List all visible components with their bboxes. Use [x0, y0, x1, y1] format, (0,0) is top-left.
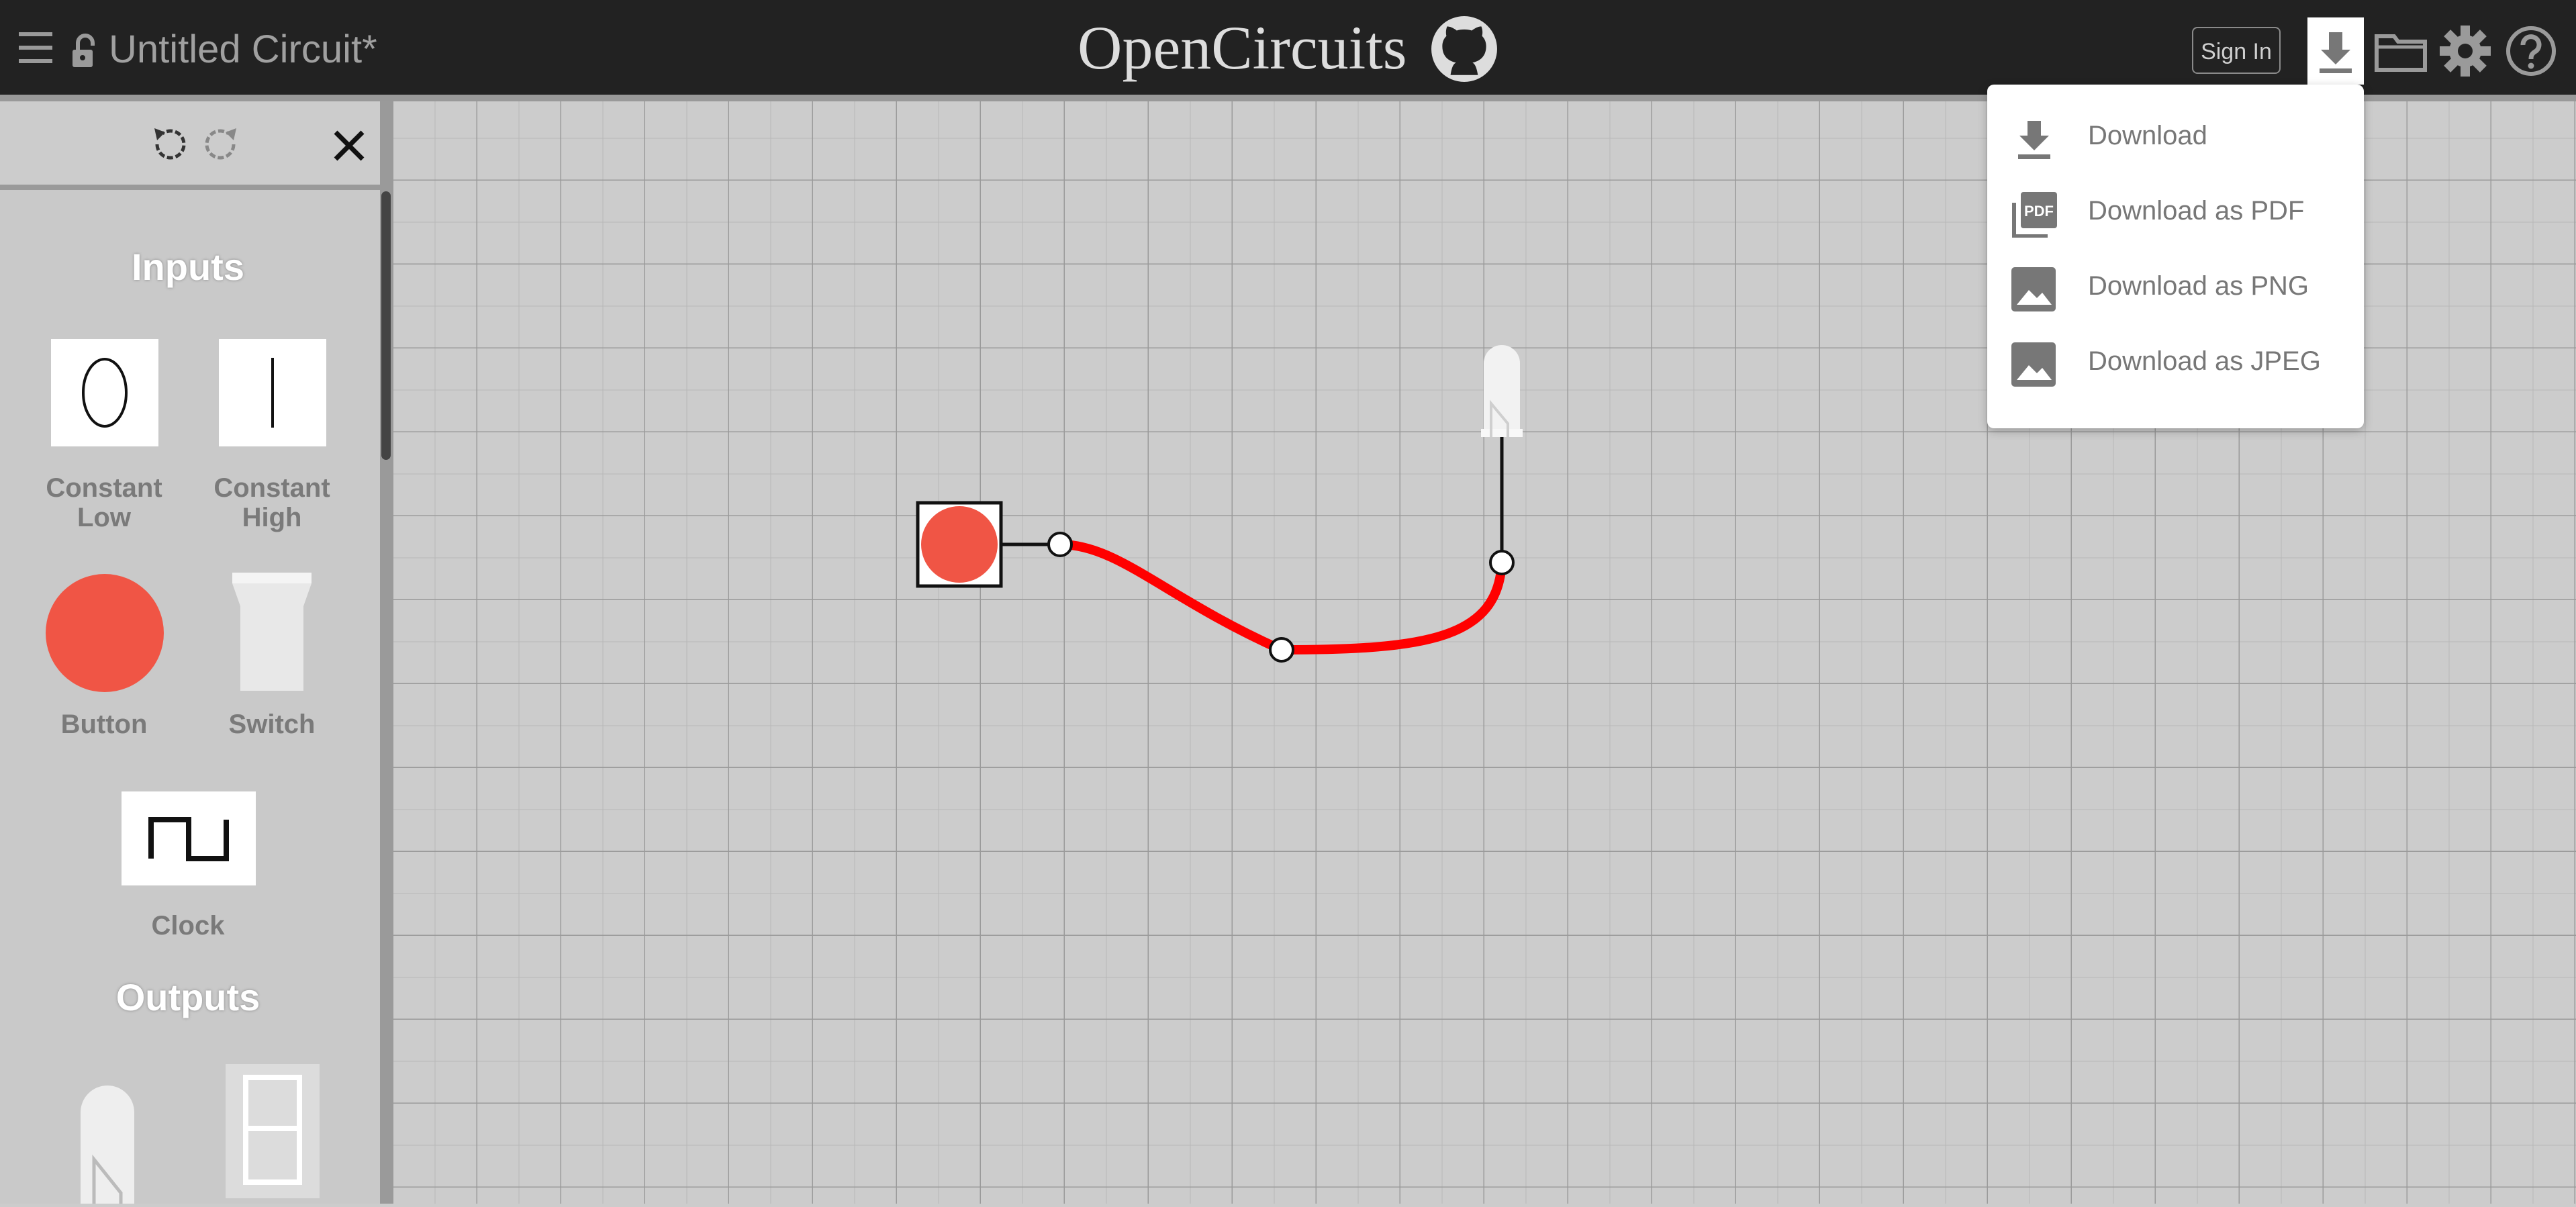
- download-jpeg-option[interactable]: Download as JPEG: [1987, 325, 2364, 400]
- constant-low-label: Constant Low: [46, 473, 162, 532]
- switch-component-icon: [232, 573, 312, 691]
- sidebar-toolbar: [0, 101, 393, 190]
- download-pdf-option[interactable]: PDF Download as PDF: [1987, 175, 2364, 250]
- led-input-port[interactable]: [1489, 550, 1515, 575]
- constant-low-tile[interactable]: Constant Low: [20, 339, 188, 534]
- redo-icon[interactable]: [200, 124, 243, 167]
- clock-preview: [122, 791, 256, 885]
- image-icon: [2011, 267, 2056, 311]
- app-logo: OpenCircuits: [1078, 13, 1407, 82]
- constant-high-preview: [219, 339, 326, 446]
- download-button[interactable]: [2307, 17, 2364, 85]
- button-label: Button: [60, 710, 148, 739]
- constant-low-preview: [51, 339, 158, 446]
- pdf-icon: PDF: [2012, 192, 2057, 238]
- section-title-outputs: Outputs: [115, 976, 260, 1018]
- switch-label: Switch: [228, 710, 316, 739]
- item-nav-sidebar: Inputs Constant Low Constant High Button S: [0, 101, 393, 1204]
- download-dropdown: Download PDF Download as PDF Download as…: [1987, 85, 2364, 428]
- clock-label: Clock: [151, 911, 225, 940]
- sidebar-scrollbar[interactable]: [381, 191, 391, 460]
- button-output-port[interactable]: [1047, 532, 1073, 557]
- download-option-label: Download: [2088, 121, 2207, 150]
- download-png-label: Download as PNG: [2088, 271, 2309, 301]
- constant-high-label: Constant High: [213, 473, 330, 532]
- section-title-inputs: Inputs: [132, 246, 244, 288]
- switch-tile[interactable]: Switch: [188, 573, 356, 747]
- image-icon: [2011, 342, 2056, 387]
- led-tile[interactable]: [74, 1079, 141, 1204]
- help-icon[interactable]: [2504, 24, 2558, 78]
- lock-icon[interactable]: [70, 34, 103, 68]
- download-icon: [2018, 121, 2050, 159]
- button-tile[interactable]: Button: [20, 573, 188, 747]
- button-component-icon: [46, 574, 164, 692]
- wire-node[interactable]: [1269, 637, 1294, 663]
- led-component-icon: [81, 1085, 134, 1204]
- download-pdf-label: Download as PDF: [2088, 196, 2305, 226]
- menu-icon[interactable]: [19, 32, 52, 63]
- circuit-name-input[interactable]: [107, 20, 459, 78]
- svg-text:PDF: PDF: [2024, 203, 2054, 220]
- top-header: OpenCircuits Sign In: [0, 0, 2576, 95]
- constant-high-icon: [271, 358, 274, 428]
- sign-in-button[interactable]: Sign In: [2192, 27, 2281, 74]
- github-icon[interactable]: [1430, 15, 1498, 83]
- undo-icon[interactable]: [148, 124, 191, 167]
- gear-icon[interactable]: [2438, 24, 2492, 78]
- clock-tile[interactable]: Clock: [104, 791, 272, 953]
- download-jpeg-label: Download as JPEG: [2088, 346, 2321, 376]
- download-option[interactable]: Download: [1987, 99, 2364, 175]
- seven-segment-tile[interactable]: [226, 1064, 320, 1198]
- constant-high-tile[interactable]: Constant High: [188, 339, 356, 534]
- clock-icon: [148, 817, 229, 861]
- seven-segment-icon: [226, 1064, 320, 1198]
- close-icon[interactable]: [328, 124, 371, 167]
- download-png-option[interactable]: Download as PNG: [1987, 250, 2364, 325]
- constant-low-icon: [82, 358, 128, 428]
- download-icon: [2320, 32, 2352, 73]
- folder-icon[interactable]: [2374, 30, 2428, 73]
